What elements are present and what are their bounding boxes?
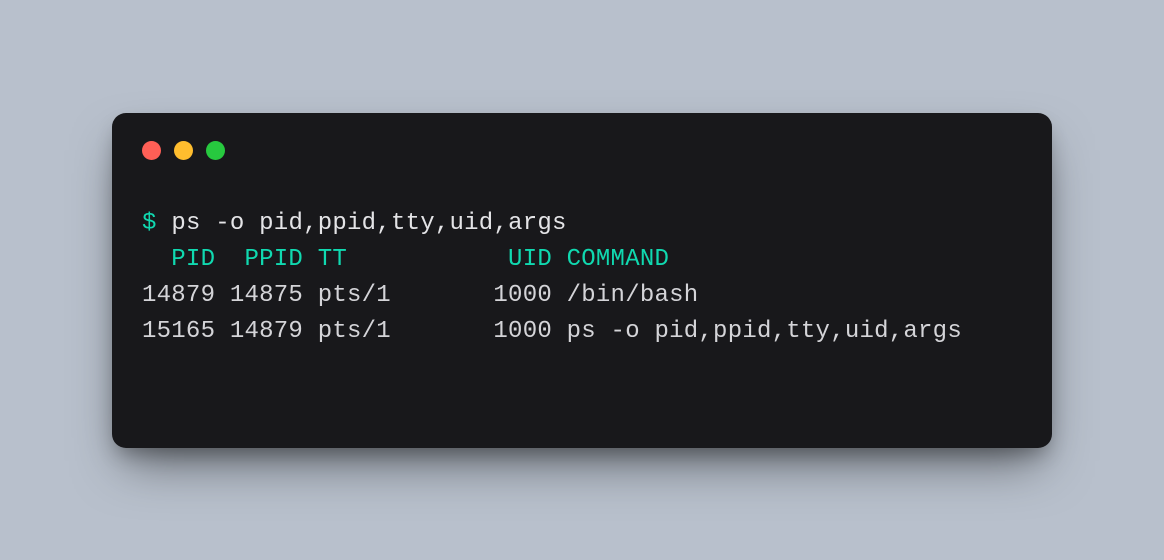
terminal-window: $ ps -o pid,ppid,tty,uid,args PID PPID T… <box>112 113 1052 448</box>
shell-prompt: $ <box>142 210 157 237</box>
command-input: ps -o pid,ppid,tty,uid,args <box>171 210 566 237</box>
maximize-icon[interactable] <box>206 141 225 160</box>
minimize-icon[interactable] <box>174 141 193 160</box>
output-row: 14879 14875 pts/1 1000 /bin/bash <box>142 282 698 309</box>
close-icon[interactable] <box>142 141 161 160</box>
output-row: 15165 14879 pts/1 1000 ps -o pid,ppid,tt… <box>142 318 962 345</box>
terminal-content[interactable]: $ ps -o pid,ppid,tty,uid,args PID PPID T… <box>142 206 1022 350</box>
window-controls <box>142 141 1022 160</box>
output-header: PID PPID TT UID COMMAND <box>142 246 669 273</box>
